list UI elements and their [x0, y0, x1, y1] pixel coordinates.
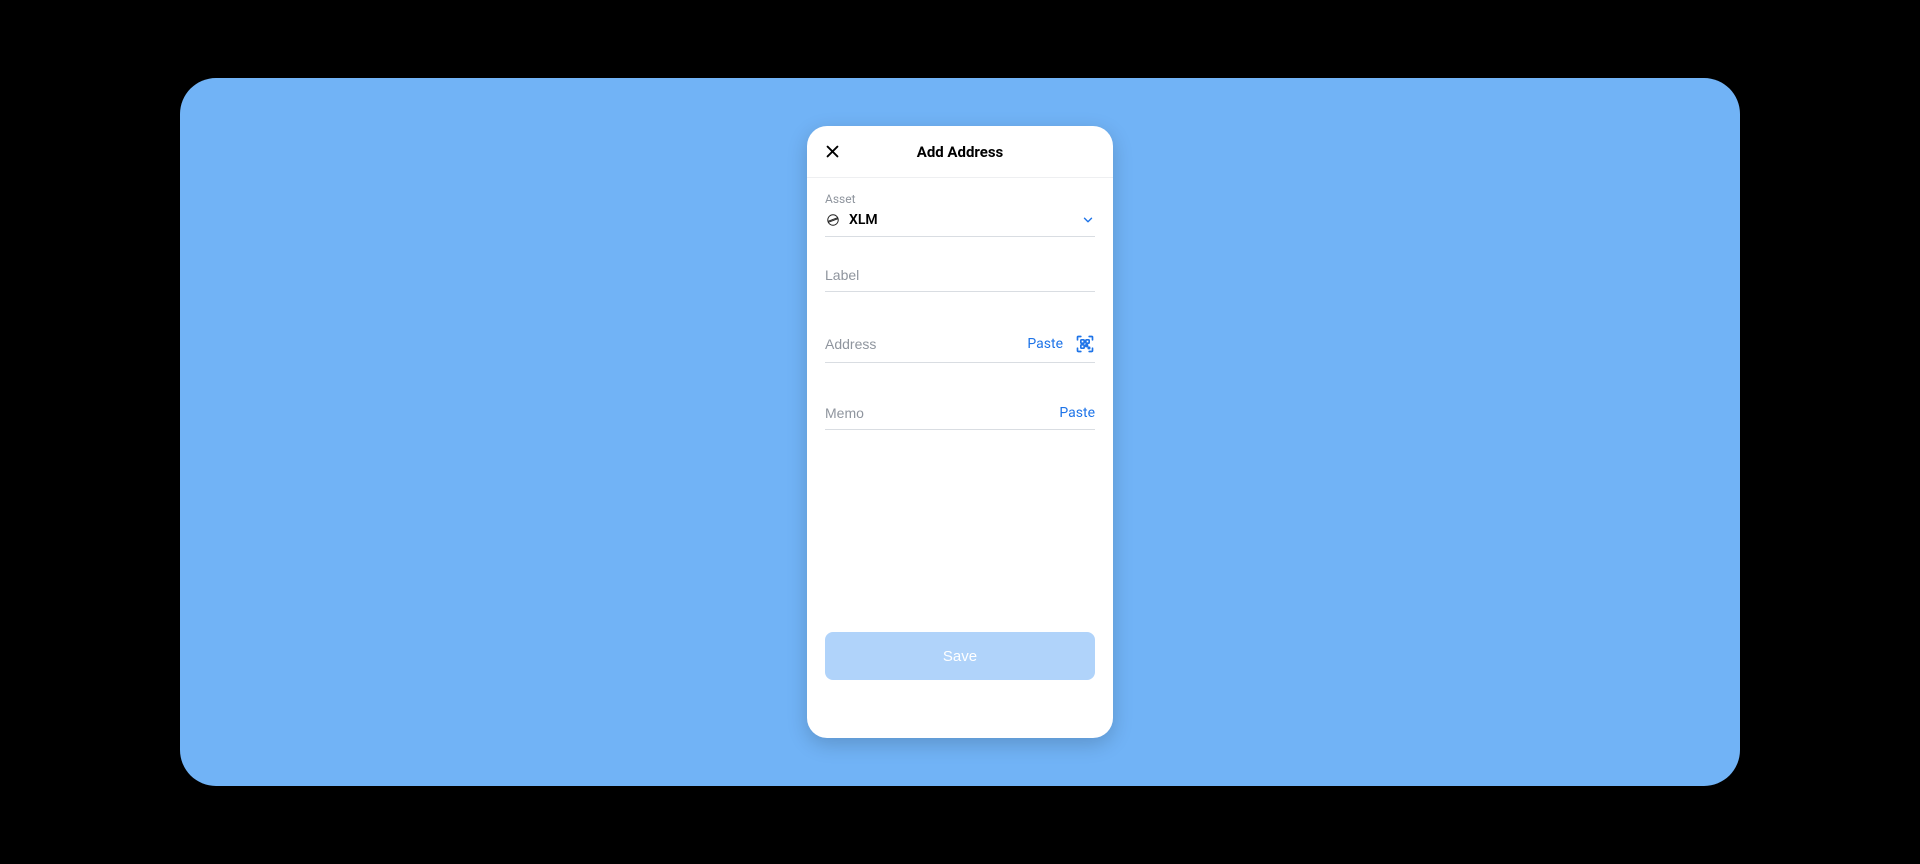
asset-field: Asset XLM: [825, 192, 1095, 237]
asset-selector[interactable]: XLM: [825, 212, 1095, 237]
content-area: Asset XLM: [807, 178, 1113, 738]
address-actions: Paste: [1027, 334, 1095, 354]
paste-address-button[interactable]: Paste: [1027, 336, 1063, 352]
asset-name: XLM: [849, 212, 878, 228]
chevron-down-icon: [1081, 213, 1095, 227]
asset-selected: XLM: [825, 212, 878, 228]
page-title: Add Address: [807, 143, 1113, 161]
asset-label: Asset: [825, 192, 1095, 206]
paste-memo-button[interactable]: Paste: [1059, 405, 1095, 421]
header: Add Address: [807, 126, 1113, 178]
scan-qr-button[interactable]: [1075, 334, 1095, 354]
close-button[interactable]: [821, 141, 843, 163]
save-button-label: Save: [943, 648, 977, 665]
label-input[interactable]: [825, 267, 1095, 283]
xlm-icon: [825, 212, 841, 228]
label-field: [825, 267, 1095, 292]
app-backdrop: Add Address Asset XLM: [180, 78, 1740, 786]
phone-frame: Add Address Asset XLM: [807, 126, 1113, 738]
address-field: Paste: [825, 334, 1095, 363]
close-icon: [824, 143, 841, 160]
save-button[interactable]: Save: [825, 632, 1095, 680]
address-input[interactable]: [825, 336, 1019, 352]
qr-icon: [1075, 334, 1095, 354]
footer: Save: [825, 632, 1095, 738]
memo-input[interactable]: [825, 405, 1051, 421]
memo-field: Paste: [825, 405, 1095, 430]
